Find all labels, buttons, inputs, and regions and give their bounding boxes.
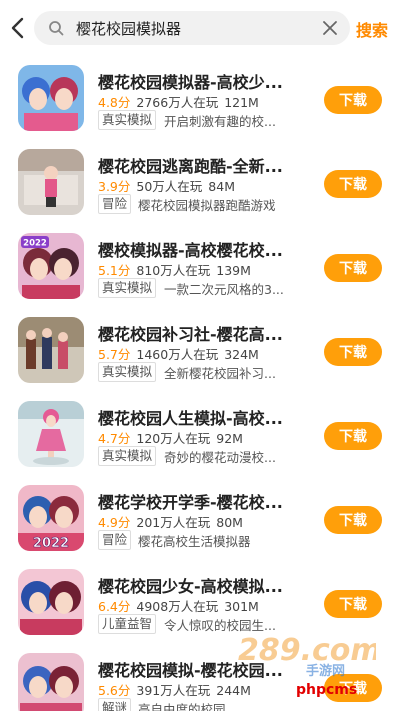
app-plays: 201万人在玩 <box>136 515 211 530</box>
search-button[interactable]: 搜索 <box>356 17 388 41</box>
app-icon[interactable]: 2022 <box>18 233 84 299</box>
watermark-logo-text: 289.com <box>238 633 376 668</box>
search-icon <box>49 21 64 36</box>
app-name[interactable]: 樱花校园人生模拟-高校... <box>98 405 294 429</box>
app-tag: 真实模拟 <box>98 278 157 298</box>
download-button[interactable]: 下载 <box>324 254 382 282</box>
app-size: 80M <box>216 515 243 530</box>
watermark-site: phpcms <box>296 682 358 698</box>
app-plays: 120万人在玩 <box>136 431 211 446</box>
app-plays: 391万人在玩 <box>136 683 211 698</box>
app-icon[interactable]: 2022 <box>18 485 84 551</box>
app-tag: 冒险 <box>98 530 132 550</box>
app-desc: 开启刺激有趣的校... <box>164 114 276 129</box>
watermark-sub-text: 手游网 <box>306 663 345 678</box>
app-icon[interactable] <box>18 653 84 711</box>
app-tag: 真实模拟 <box>98 446 157 466</box>
watermark-logo: 289.com 手游网 <box>238 633 376 678</box>
app-icon[interactable] <box>18 569 84 635</box>
list-item[interactable]: 樱花校园补习社-樱花高... 5.7分 1460万人在玩 324M 真实模拟 全新樱… <box>0 312 400 396</box>
icon-badge: 2022 <box>23 239 47 249</box>
app-desc: 全新樱花校园补习... <box>164 366 276 381</box>
list-item[interactable]: 2022 樱花学校开学季-樱花校... 4.9分 201万人在玩 80M 冒险 樱花… <box>0 480 400 564</box>
app-name[interactable]: 樱校模拟器-高校樱花校... <box>98 237 294 261</box>
app-tag: 儿童益智 <box>98 614 157 634</box>
app-size: 121M <box>224 95 259 110</box>
search-header: 搜索 <box>0 0 400 56</box>
clear-icon[interactable] <box>322 20 338 36</box>
search-box[interactable] <box>34 11 350 45</box>
download-button[interactable]: 下载 <box>324 590 382 618</box>
download-button[interactable]: 下载 <box>324 170 382 198</box>
app-desc: 奇妙的樱花动漫校... <box>164 450 276 465</box>
list-item[interactable]: 2022 樱校模拟器-高校樱花校... 5.1分 810万人在玩 139M 真实模拟… <box>0 228 400 312</box>
app-meta: 5.6分 391万人在玩 244M <box>98 680 251 699</box>
app-size: 139M <box>216 263 251 278</box>
app-score: 4.9分 <box>98 515 131 530</box>
app-meta: 5.1分 810万人在玩 139M <box>98 260 251 279</box>
app-plays: 4908万人在玩 <box>136 599 219 614</box>
app-size: 324M <box>224 347 259 362</box>
app-desc: 一款二次元风格的3... <box>164 282 284 297</box>
app-name[interactable]: 樱花校园少女-高校模拟... <box>98 573 294 597</box>
app-score: 3.9分 <box>98 179 131 194</box>
download-button[interactable]: 下载 <box>324 338 382 366</box>
app-score: 5.7分 <box>98 347 131 362</box>
app-icon[interactable] <box>18 65 84 131</box>
back-arrow-icon[interactable] <box>8 14 28 42</box>
app-name[interactable]: 樱花校园逃离跑酷-全新... <box>98 153 294 177</box>
app-icon[interactable] <box>18 401 84 467</box>
app-score: 4.7分 <box>98 431 131 446</box>
app-score: 5.1分 <box>98 263 131 278</box>
app-plays: 810万人在玩 <box>136 263 211 278</box>
app-tag: 真实模拟 <box>98 110 157 130</box>
app-tag: 真实模拟 <box>98 362 157 382</box>
app-size: 84M <box>208 179 235 194</box>
app-size: 92M <box>216 431 243 446</box>
search-input[interactable] <box>76 17 306 39</box>
list-item[interactable]: 樱花校园人生模拟-高校... 4.7分 120万人在玩 92M 真实模拟 奇妙的樱花… <box>0 396 400 480</box>
app-name[interactable]: 樱花校园模拟器-高校少... <box>98 69 294 93</box>
app-meta: 4.8分 2766万人在玩 121M <box>98 92 259 111</box>
app-desc: 樱花校园模拟器跑酷游戏 <box>138 198 276 213</box>
app-meta: 6.4分 4908万人在玩 301M <box>98 596 259 615</box>
app-icon[interactable] <box>18 317 84 383</box>
app-tag: 解谜 <box>98 698 132 711</box>
app-name[interactable]: 樱花校园补习社-樱花高... <box>98 321 294 345</box>
download-button[interactable]: 下载 <box>324 86 382 114</box>
app-name[interactable]: 樱花学校开学季-樱花校... <box>98 489 294 513</box>
app-size: 244M <box>216 683 251 698</box>
app-meta: 3.9分 50万人在玩 84M <box>98 176 235 195</box>
app-meta: 5.7分 1460万人在玩 324M <box>98 344 259 363</box>
app-plays: 50万人在玩 <box>136 179 203 194</box>
app-score: 6.4分 <box>98 599 131 614</box>
app-meta: 4.9分 201万人在玩 80M <box>98 512 243 531</box>
app-meta: 4.7分 120万人在玩 92M <box>98 428 243 447</box>
app-size: 301M <box>224 599 259 614</box>
app-tag: 冒险 <box>98 194 132 214</box>
app-desc: 高自由度的校园... <box>138 702 238 711</box>
icon-badge: 2022 <box>33 536 69 551</box>
list-item[interactable]: 樱花校园逃离跑酷-全新... 3.9分 50万人在玩 84M 冒险 樱花校园模拟器跑… <box>0 144 400 228</box>
app-score: 4.8分 <box>98 95 131 110</box>
app-icon[interactable] <box>18 149 84 215</box>
download-button[interactable]: 下载 <box>324 422 382 450</box>
result-list: 樱花校园模拟器-高校少... 4.8分 2766万人在玩 121M 真实模拟 开启刺… <box>0 60 400 711</box>
app-desc: 樱花高校生活模拟器 <box>138 534 251 549</box>
app-score: 5.6分 <box>98 683 131 698</box>
download-button[interactable]: 下载 <box>324 506 382 534</box>
app-plays: 2766万人在玩 <box>136 95 219 110</box>
app-plays: 1460万人在玩 <box>136 347 219 362</box>
list-item[interactable]: 樱花校园模拟器-高校少... 4.8分 2766万人在玩 121M 真实模拟 开启刺… <box>0 60 400 144</box>
